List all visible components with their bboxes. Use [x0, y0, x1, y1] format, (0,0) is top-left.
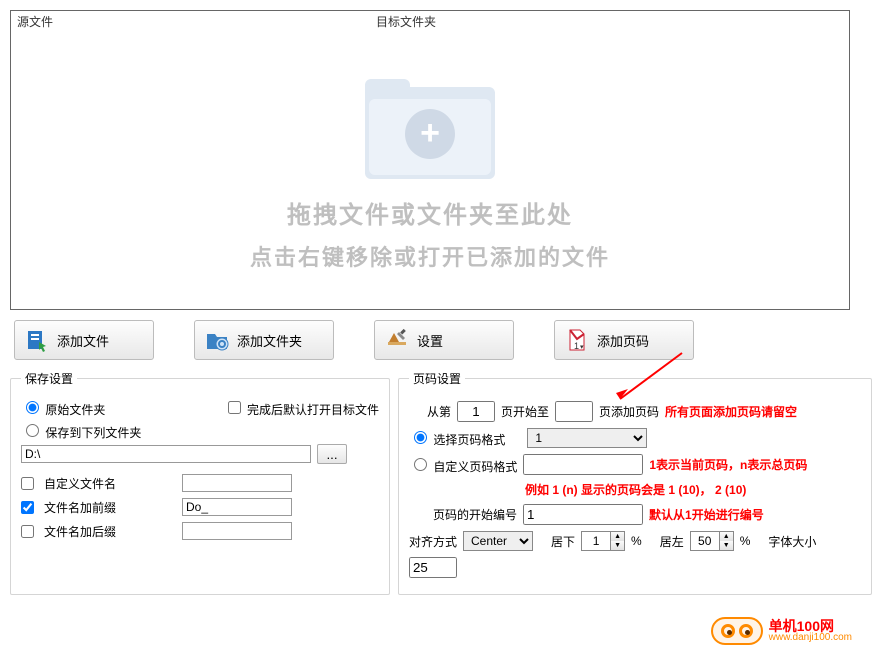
- prefix-input[interactable]: [182, 498, 292, 516]
- font-size-label: 字体大小: [768, 533, 816, 550]
- add-page-number-button[interactable]: 1▾ 添加页码: [554, 320, 694, 360]
- page-add-pn-label: 页添加页码: [599, 403, 659, 420]
- page-start-to-label: 页开始至: [501, 403, 549, 420]
- page-number-settings-group: 页码设置 从第 页开始至 页添加页码 所有页面添加页码请留空 选择页码格式: [398, 370, 872, 595]
- checkbox-open-target[interactable]: 完成后默认打开目标文件: [224, 398, 379, 418]
- site-name: 单机100网: [769, 619, 852, 633]
- margin-left-label: 居左: [660, 533, 684, 550]
- radio-original-folder[interactable]: 原始文件夹: [21, 398, 105, 418]
- checkbox-custom-filename[interactable]: [21, 477, 34, 490]
- suffix-input[interactable]: [182, 522, 292, 540]
- margin-bottom-spinner[interactable]: ▲▼: [581, 531, 625, 551]
- hint-1n: 1表示当前页码，n表示总页码: [649, 456, 807, 473]
- custom-format-input[interactable]: [523, 454, 643, 475]
- start-number-label: 页码的开始编号: [433, 506, 517, 523]
- svg-text:1: 1: [574, 341, 579, 351]
- settings-icon: [385, 328, 409, 352]
- radio-select-format[interactable]: 选择页码格式: [409, 428, 505, 448]
- spin-up-icon[interactable]: ▲: [720, 532, 733, 541]
- col-header-source: 源文件: [17, 13, 53, 30]
- toolbar: 添加文件 添加文件夹 设置 1▾ 添加页码: [10, 316, 872, 370]
- pdf-page-icon: 1▾: [565, 328, 589, 352]
- svg-text:▾: ▾: [580, 344, 584, 351]
- browse-button[interactable]: ...: [317, 444, 347, 464]
- dropzone-hint-2: 点击右键移除或打开已添加的文件: [250, 240, 610, 272]
- dropzone-hint-1: 拖拽文件或文件夹至此处: [287, 195, 573, 230]
- add-file-button[interactable]: 添加文件: [14, 320, 154, 360]
- margin-bottom-input[interactable]: [582, 532, 610, 550]
- col-header-target: 目标文件夹: [376, 13, 436, 30]
- site-url: www.danji100.com: [769, 633, 852, 643]
- page-number-legend: 页码设置: [409, 370, 465, 387]
- folder-plus-icon: +: [365, 79, 495, 179]
- spin-up-icon[interactable]: ▲: [611, 532, 624, 541]
- file-dropzone[interactable]: 源文件 目标文件夹 + 拖拽文件或文件夹至此处 点击右键移除或打开已添加的文件: [10, 10, 850, 310]
- save-settings-legend: 保存设置: [21, 370, 77, 387]
- add-file-icon: [25, 328, 49, 352]
- hint-all-pages: 所有页面添加页码请留空: [665, 403, 797, 420]
- margin-left-spinner[interactable]: ▲▼: [690, 531, 734, 551]
- spin-down-icon[interactable]: ▼: [611, 541, 624, 550]
- start-number-input[interactable]: [523, 504, 643, 525]
- from-page-input[interactable]: [457, 401, 495, 422]
- checkbox-add-prefix[interactable]: [21, 501, 34, 514]
- add-folder-label: 添加文件夹: [237, 331, 302, 350]
- save-path-input[interactable]: [21, 445, 311, 463]
- add-file-label: 添加文件: [57, 331, 109, 350]
- custom-filename-input[interactable]: [182, 474, 292, 492]
- add-page-number-label: 添加页码: [597, 331, 649, 350]
- radio-save-to-folder[interactable]: 保存到下列文件夹: [21, 421, 141, 441]
- save-settings-group: 保存设置 原始文件夹 完成后默认打开目标文件 保存到下列文件夹: [10, 370, 390, 595]
- margin-left-input[interactable]: [691, 532, 719, 550]
- page-format-select[interactable]: 1: [527, 428, 647, 448]
- settings-label: 设置: [417, 331, 443, 350]
- from-page-label: 从第: [427, 403, 451, 420]
- site-branding: 单机100网 www.danji100.com: [711, 617, 852, 645]
- hint-default-start: 默认从1开始进行编号: [649, 506, 764, 523]
- spin-down-icon[interactable]: ▼: [720, 541, 733, 550]
- logo-eyes-icon: [711, 617, 763, 645]
- margin-bottom-label: 居下: [551, 533, 575, 550]
- to-page-input[interactable]: [555, 401, 593, 422]
- add-folder-button[interactable]: 添加文件夹: [194, 320, 334, 360]
- settings-button[interactable]: 设置: [374, 320, 514, 360]
- radio-custom-format[interactable]: 自定义页码格式: [409, 455, 517, 475]
- font-size-input[interactable]: [409, 557, 457, 578]
- hint-example: 例如 1 (n) 显示的页码会是 1 (10)， 2 (10): [525, 481, 746, 498]
- checkbox-add-suffix[interactable]: [21, 525, 34, 538]
- align-select[interactable]: Center: [463, 531, 533, 551]
- add-folder-icon: [205, 328, 229, 352]
- align-label: 对齐方式: [409, 533, 457, 550]
